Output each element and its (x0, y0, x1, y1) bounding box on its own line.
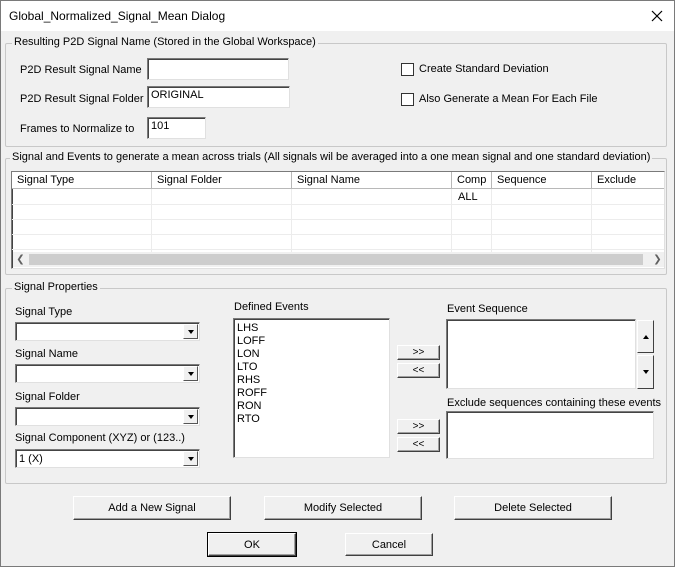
table-row[interactable]: ALL (12, 190, 664, 204)
signal-name-label: Signal Name (15, 348, 78, 360)
signal-component-select[interactable]: 1 (X) (15, 449, 200, 468)
title-bar[interactable]: Global_Normalized_Signal_Mean Dialog (1, 1, 674, 31)
add-to-exclude-button[interactable]: >> (397, 419, 440, 434)
signal-type-select[interactable] (15, 322, 200, 341)
signal-properties-group: Signal Properties Signal Type Signal Nam… (5, 281, 667, 484)
signals-group-legend: Signal and Events to generate a mean acr… (10, 151, 653, 163)
create-std-label[interactable]: Create Standard Deviation (419, 63, 549, 75)
scroll-right-icon[interactable]: ❯ (650, 252, 664, 267)
add-new-signal-button[interactable]: Add a New Signal (73, 496, 231, 520)
sequence-move-up-button[interactable] (637, 320, 654, 353)
list-item[interactable]: RTO (237, 413, 260, 426)
close-icon[interactable] (651, 10, 663, 22)
column-header-exclude[interactable]: Exclude (592, 172, 664, 189)
table-horizontal-scrollbar[interactable]: ❮ ❯ (13, 252, 664, 267)
signal-component-value: 1 (X) (19, 453, 43, 465)
exclude-events-list[interactable] (446, 411, 654, 459)
grid-line (12, 249, 664, 250)
cancel-button[interactable]: Cancel (345, 533, 433, 556)
column-header-signal-name[interactable]: Signal Name (292, 172, 452, 189)
signal-name-select[interactable] (15, 364, 200, 383)
chevron-down-icon[interactable] (183, 451, 198, 466)
list-item[interactable]: ROFF (237, 387, 267, 400)
ok-button[interactable]: OK (207, 532, 297, 557)
signals-group: Signal and Events to generate a mean acr… (5, 151, 667, 275)
scroll-thumb[interactable] (29, 254, 643, 265)
result-signal-group: Resulting P2D Signal Name (Stored in the… (5, 36, 667, 147)
window-title: Global_Normalized_Signal_Mean Dialog (9, 9, 226, 23)
mean-each-file-checkbox[interactable] (401, 93, 414, 106)
grid-line (12, 219, 664, 220)
grid-line (12, 234, 664, 235)
column-header-comp[interactable]: Comp (452, 172, 492, 189)
result-signal-name-input[interactable] (147, 58, 289, 80)
chevron-down-icon[interactable] (183, 366, 198, 381)
event-sequence-label: Event Sequence (447, 303, 528, 315)
list-item[interactable]: LHS (237, 322, 258, 335)
signal-properties-legend: Signal Properties (12, 281, 100, 293)
remove-from-sequence-button[interactable]: << (397, 363, 440, 378)
add-to-sequence-button[interactable]: >> (397, 345, 440, 360)
grid-line (12, 204, 664, 205)
list-item[interactable]: LON (237, 348, 260, 361)
list-item[interactable]: RHS (237, 374, 260, 387)
defined-events-list[interactable]: LHS LOFF LON LTO RHS ROFF RON RTO (233, 318, 390, 458)
exclude-sequences-label: Exclude sequences containing these event… (447, 397, 662, 409)
defined-events-label: Defined Events (234, 301, 309, 313)
arrow-up-icon (642, 334, 649, 339)
chevron-down-icon[interactable] (183, 324, 198, 339)
result-signal-folder-input[interactable]: ORIGINAL (147, 86, 290, 108)
sequence-move-down-button[interactable] (637, 355, 654, 389)
create-std-checkbox[interactable] (401, 63, 414, 76)
column-header-signal-type[interactable]: Signal Type (12, 172, 152, 189)
signal-type-label: Signal Type (15, 306, 73, 318)
result-signal-folder-label: P2D Result Signal Folder (20, 93, 144, 105)
frames-to-normalize-label: Frames to Normalize to (20, 123, 135, 135)
column-header-signal-folder[interactable]: Signal Folder (152, 172, 292, 189)
signals-table[interactable]: Signal Type Signal Folder Signal Name Co… (11, 171, 665, 269)
delete-selected-button[interactable]: Delete Selected (454, 496, 612, 520)
signal-folder-select[interactable] (15, 407, 200, 426)
list-item[interactable]: RON (237, 400, 261, 413)
chevron-down-icon[interactable] (183, 409, 198, 424)
signal-component-label: Signal Component (XYZ) or (123..) (15, 432, 185, 444)
scroll-left-icon[interactable]: ❮ (13, 252, 28, 267)
column-header-sequence[interactable]: Sequence (492, 172, 592, 189)
list-item[interactable]: LTO (237, 361, 257, 374)
remove-from-exclude-button[interactable]: << (397, 437, 440, 452)
result-signal-name-label: P2D Result Signal Name (20, 64, 142, 76)
dialog-window: Global_Normalized_Signal_Mean Dialog Res… (0, 0, 675, 567)
modify-selected-button[interactable]: Modify Selected (264, 496, 422, 520)
event-sequence-list[interactable] (446, 319, 636, 389)
close-button[interactable] (640, 1, 674, 31)
list-item[interactable]: LOFF (237, 335, 265, 348)
mean-each-file-label[interactable]: Also Generate a Mean For Each File (419, 93, 598, 105)
signal-folder-label: Signal Folder (15, 391, 80, 403)
frames-to-normalize-input[interactable]: 101 (147, 117, 206, 139)
arrow-down-icon (642, 370, 649, 374)
cell-comp: ALL (458, 191, 478, 203)
result-signal-group-legend: Resulting P2D Signal Name (Stored in the… (12, 36, 318, 48)
